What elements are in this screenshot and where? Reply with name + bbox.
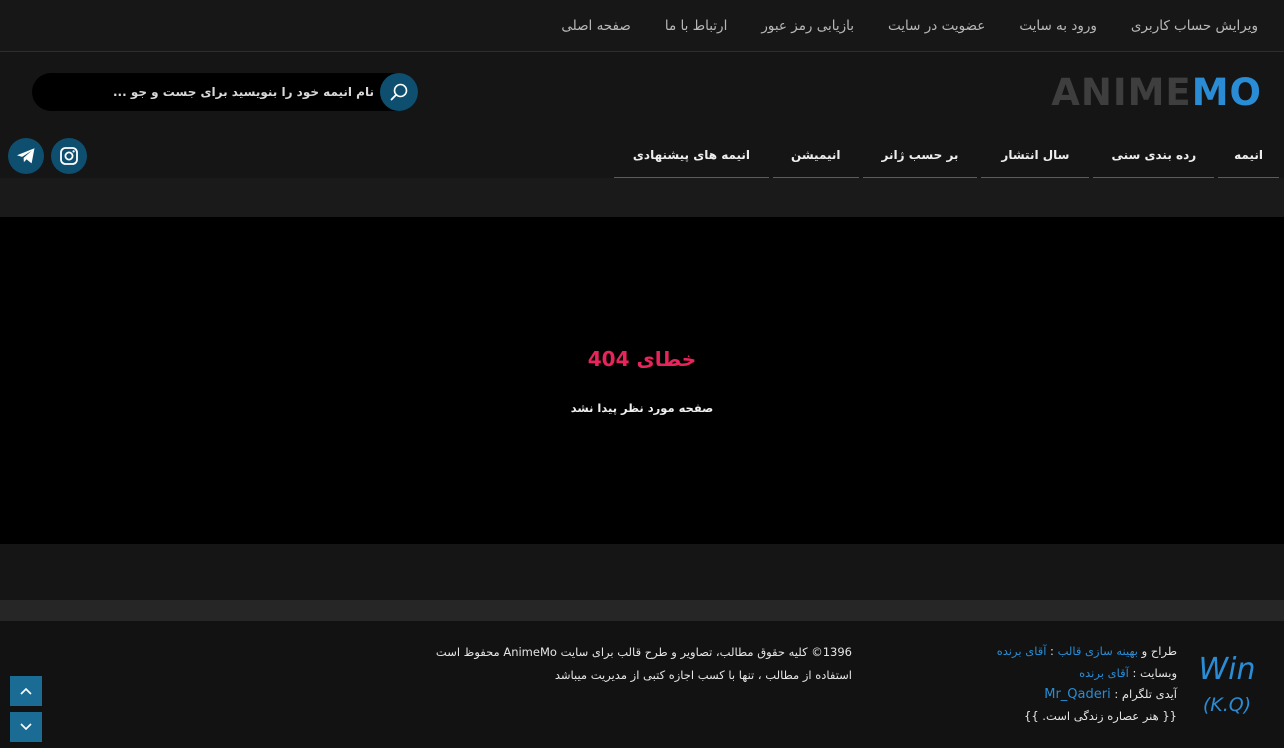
instagram-button[interactable] [51,138,87,174]
credits-motto: {{ هنر عصاره زندگی است. }} [1024,708,1177,723]
spacer-band-bottom [0,544,1284,600]
win-kq-logo: Win (K.Q) [1198,652,1255,716]
instagram-icon [60,147,78,165]
chevron-up-icon [20,687,32,695]
site-logo[interactable]: ANIMEMO [1051,73,1262,113]
credits-template-link[interactable]: بهینه سازی قالب [1058,644,1138,658]
main-menu-bar: انیمه رده بندی سنی سال انتشار بر حسب ژان… [0,133,1284,178]
search-input[interactable] [52,73,374,111]
logo-part-mo: MO [1191,71,1262,114]
credits-designer-prefix: طراح و [1138,644,1177,658]
footer-copyright: 1396© کلیه حقوق مطالب، تصاویر و طرح قالب… [420,641,852,686]
mainnav-age-rating[interactable]: رده بندی سنی [1093,133,1215,178]
credits-telegram-link[interactable]: Mr_Qaderi [1044,687,1110,702]
telegram-icon [17,148,35,164]
credits-website-link[interactable]: آقای برنده [1079,666,1129,680]
top-bar: صفحه اصلی ارتباط با ما بازیابی رمز عبور … [0,0,1284,52]
main-nav: انیمه رده بندی سنی سال انتشار بر حسب ژان… [613,133,1279,178]
mainnav-by-genre[interactable]: بر حسب ژانر [862,133,978,178]
topnav-login-link[interactable]: ورود به سایت [1019,18,1097,34]
top-nav: صفحه اصلی ارتباط با ما بازیابی رمز عبور … [561,0,1258,52]
main-content: خطای 404 صفحه مورد نظر پیدا نشد [0,217,1284,544]
mainnav-anime[interactable]: انیمه [1218,133,1279,178]
credits-separator: : [1046,644,1058,658]
copyright-line-1: 1396© کلیه حقوق مطالب، تصاویر و طرح قالب… [435,645,852,659]
credits-designer-link[interactable]: آقای برنده [997,644,1047,658]
search-icon [390,83,408,101]
search-button[interactable] [380,73,418,111]
topnav-recover-password-link[interactable]: بازیابی رمز عبور [761,18,854,34]
credits-website-line: وبسایت : آقای برنده [997,663,1177,685]
copyright-line-2: استفاده از مطالب ، تنها با کسب اجازه کتب… [554,667,852,682]
spacer-band [0,178,1284,217]
credits-telegram-prefix: آیدی تلگرام : [1110,687,1177,701]
error-message: صفحه مورد نظر پیدا نشد [570,401,714,415]
topnav-contact-link[interactable]: ارتباط با ما [665,18,728,34]
mainnav-animation[interactable]: انیمیشن [773,133,859,178]
scroll-down-button[interactable] [10,712,42,742]
social-links [8,138,87,174]
mainnav-suggested-anime[interactable]: انیمه های پیشنهادی [613,133,770,178]
telegram-button[interactable] [8,138,44,174]
footer-divider [0,600,1284,621]
credits-telegram-line: آیدی تلگرام : Mr_Qaderi [997,684,1177,706]
logo-part-anime: ANIME [1051,71,1192,114]
credits-designer-line: طراح و بهینه سازی قالب : آقای برنده [997,641,1177,663]
logo-text-top: Win [1198,652,1255,687]
scroll-up-button[interactable] [10,676,42,706]
logo-text-bottom: (K.Q) [1203,694,1251,716]
chevron-down-icon [20,723,32,731]
search-box [32,73,418,111]
topnav-edit-account-link[interactable]: ویرایش حساب کاربری [1131,18,1258,34]
mainnav-release-year[interactable]: سال انتشار [981,133,1090,178]
error-title: خطای 404 [587,347,697,371]
footer-credits: طراح و بهینه سازی قالب : آقای برنده وبسا… [997,641,1177,727]
topnav-register-link[interactable]: عضویت در سایت [888,18,985,34]
header: ANIMEMO [0,53,1284,133]
topnav-home-link[interactable]: صفحه اصلی [561,18,630,34]
footer: Win (K.Q) طراح و بهینه سازی قالب : آقای … [0,621,1284,748]
credits-website-prefix: وبسایت : [1128,665,1177,680]
